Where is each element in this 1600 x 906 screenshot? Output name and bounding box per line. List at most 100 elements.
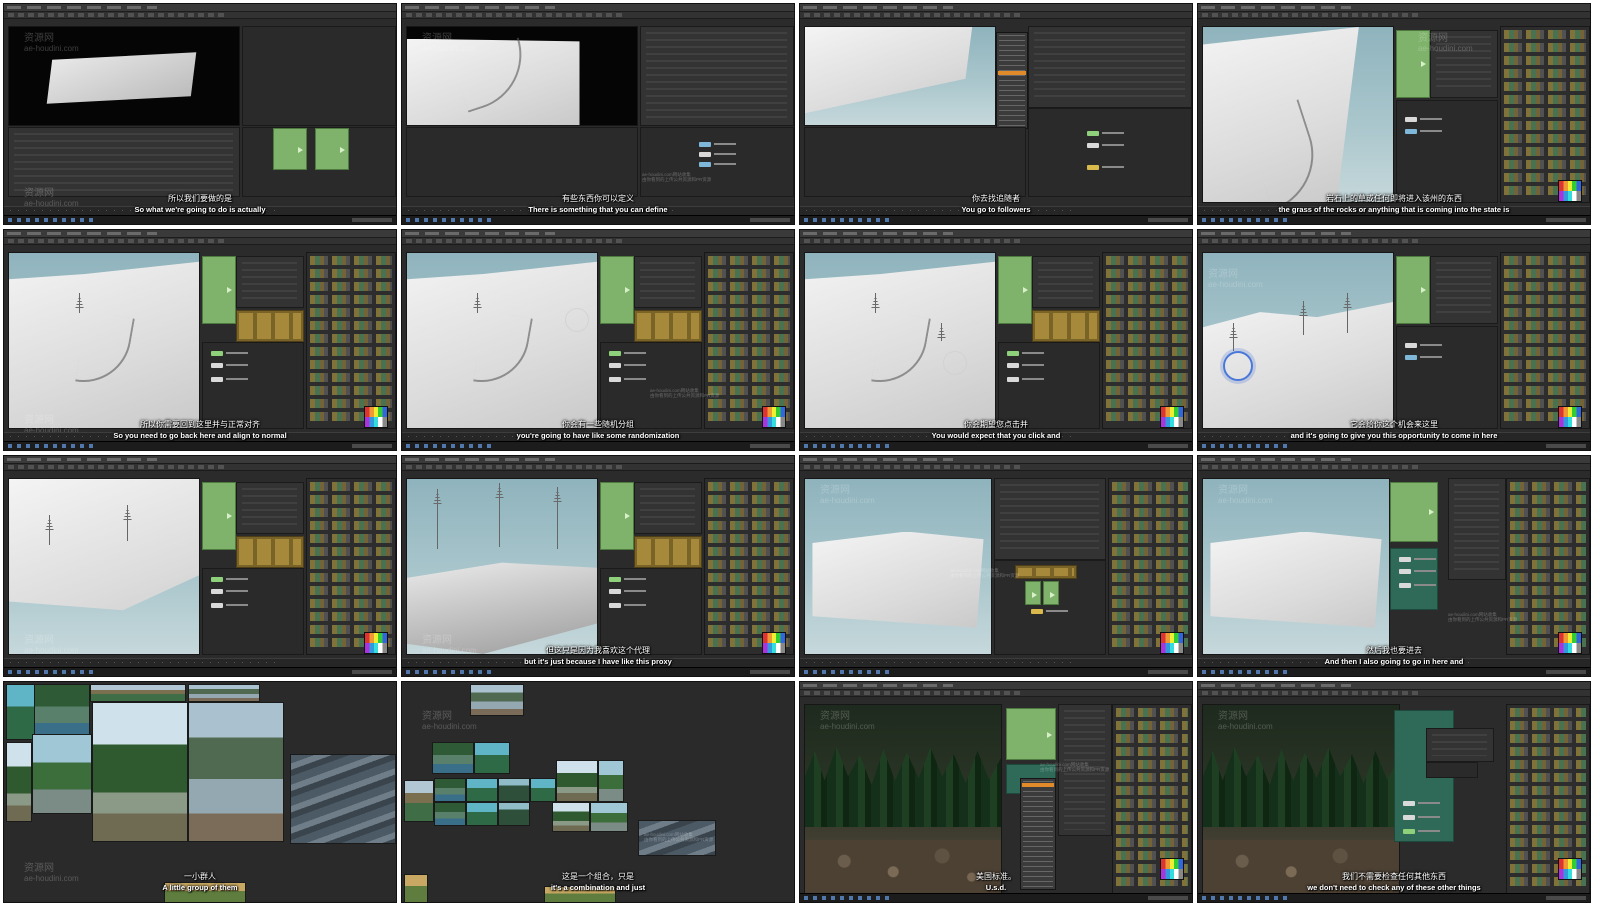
tool-shelf[interactable] (704, 252, 794, 429)
menu-bar[interactable] (1198, 682, 1590, 690)
node[interactable] (1031, 609, 1068, 614)
parameter-pane[interactable] (1430, 256, 1498, 324)
taskbar[interactable] (4, 667, 396, 676)
parameter-pane[interactable] (634, 482, 702, 534)
node[interactable] (1087, 143, 1124, 148)
tool-shelf[interactable] (1500, 26, 1590, 203)
toolbar[interactable] (4, 464, 396, 471)
toolbar[interactable] (800, 690, 1192, 697)
node[interactable] (699, 162, 736, 167)
node[interactable] (1403, 801, 1440, 806)
node[interactable] (609, 589, 646, 594)
node[interactable] (211, 363, 248, 368)
taskbar[interactable] (402, 441, 794, 450)
menu-bar[interactable] (4, 456, 396, 464)
frame-1[interactable]: 资源网 ae-houdini.com 资源网 ae-houdini.com 所以我们… (3, 3, 397, 225)
network-box[interactable] (1025, 581, 1041, 605)
menu-bar[interactable] (800, 456, 1192, 464)
parameter-pane[interactable] (1448, 478, 1506, 580)
node[interactable] (211, 377, 248, 382)
network-box[interactable] (315, 128, 349, 170)
scene-tree-pane[interactable] (406, 127, 638, 197)
viewport[interactable] (1202, 478, 1390, 655)
shelf-tools-highlight[interactable] (1032, 310, 1100, 342)
node[interactable] (609, 603, 646, 608)
network-editor[interactable] (640, 127, 794, 197)
node[interactable] (1405, 355, 1442, 360)
network-box[interactable] (1043, 581, 1059, 605)
node[interactable] (1399, 583, 1436, 588)
taskbar[interactable] (1198, 215, 1590, 224)
dropdown-item-selected[interactable] (1022, 783, 1054, 787)
network-editor[interactable] (600, 568, 702, 655)
taskbar[interactable] (800, 893, 1192, 902)
menu-bar[interactable] (402, 4, 794, 12)
node[interactable] (609, 577, 646, 582)
parameter-pane[interactable] (236, 482, 304, 534)
node[interactable] (1007, 377, 1044, 382)
parameter-pane[interactable] (236, 256, 304, 308)
node[interactable] (211, 589, 248, 594)
toolbar[interactable] (402, 464, 794, 471)
toolbar[interactable] (800, 12, 1192, 19)
network-box[interactable] (1396, 256, 1430, 324)
frame-2[interactable]: ae-houdini.com网站收集 由你看到的上传公共资源和PR资源 资源网 ae… (401, 3, 795, 225)
viewport[interactable] (406, 252, 598, 429)
taskbar[interactable] (800, 215, 1192, 224)
frame-5[interactable]: 资源网 ae-houdini.com 所以你需要回到这里并与正常对齐 So you… (3, 229, 397, 451)
tab-menu-dropdown[interactable] (996, 32, 1028, 129)
taskbar[interactable] (1198, 893, 1590, 902)
frame-3[interactable]: 你去找追随者 You go to followers (799, 3, 1193, 225)
network-box[interactable] (1390, 482, 1438, 542)
node[interactable] (609, 351, 646, 356)
node[interactable] (1399, 557, 1436, 562)
node[interactable] (1087, 165, 1124, 170)
frame-11[interactable]: 资源网 ae-houdini.com ae-houdini.com网站收集 由你看到… (799, 455, 1193, 677)
network-editor[interactable] (202, 568, 304, 655)
network-box[interactable] (600, 256, 634, 324)
tool-shelf[interactable] (306, 478, 396, 655)
node[interactable] (1405, 129, 1442, 134)
network-box[interactable] (1396, 30, 1430, 98)
viewport[interactable] (804, 26, 996, 126)
network-editor[interactable] (600, 342, 702, 429)
toolbar[interactable] (1198, 12, 1590, 19)
node[interactable] (609, 363, 646, 368)
render-viewport[interactable] (1202, 704, 1400, 894)
dropdown-item-selected[interactable] (998, 71, 1026, 75)
network-box[interactable] (600, 482, 634, 550)
shelf-tools-highlight[interactable] (236, 536, 304, 568)
node[interactable] (1403, 815, 1440, 820)
shelf-tools-highlight[interactable] (634, 310, 702, 342)
frame-8[interactable]: 资源网 ae-houdini.com 它会给你这个机会来这里 and it's g… (1197, 229, 1591, 451)
node[interactable] (699, 142, 736, 147)
taskbar[interactable] (402, 215, 794, 224)
scene-tree-pane[interactable] (8, 127, 240, 197)
frame-12[interactable]: 资源网 ae-houdini.com ae-houdini.com网站收集 由你看到… (1197, 455, 1591, 677)
tool-shelf[interactable] (1102, 252, 1192, 429)
menu-bar[interactable] (4, 230, 396, 238)
node[interactable] (1405, 117, 1442, 122)
menu-bar[interactable] (1198, 4, 1590, 12)
node[interactable] (211, 603, 248, 608)
brush-cursor[interactable] (1223, 351, 1253, 381)
tool-shelf[interactable] (704, 478, 794, 655)
toolbar[interactable] (800, 464, 1192, 471)
node[interactable] (1087, 131, 1124, 136)
viewport[interactable] (406, 26, 638, 126)
frame-6[interactable]: ae-houdini.com网站收集 由你看到的上传公共资源和PR资源 你会有一些… (401, 229, 795, 451)
timeline[interactable] (800, 658, 1192, 667)
taskbar[interactable] (800, 667, 1192, 676)
viewport[interactable] (804, 478, 992, 655)
network-editor[interactable] (1396, 100, 1498, 203)
network-box[interactable] (273, 128, 307, 170)
taskbar[interactable] (1198, 667, 1590, 676)
parameter-pane[interactable] (1032, 256, 1100, 308)
network-box[interactable] (998, 256, 1032, 324)
menu-bar[interactable] (4, 4, 396, 12)
network-editor[interactable] (998, 342, 1100, 429)
node[interactable] (1403, 829, 1440, 834)
network-editor[interactable] (202, 342, 304, 429)
viewport[interactable] (804, 252, 996, 429)
frame-9[interactable]: 资源网 ae-houdini.com (3, 455, 397, 677)
